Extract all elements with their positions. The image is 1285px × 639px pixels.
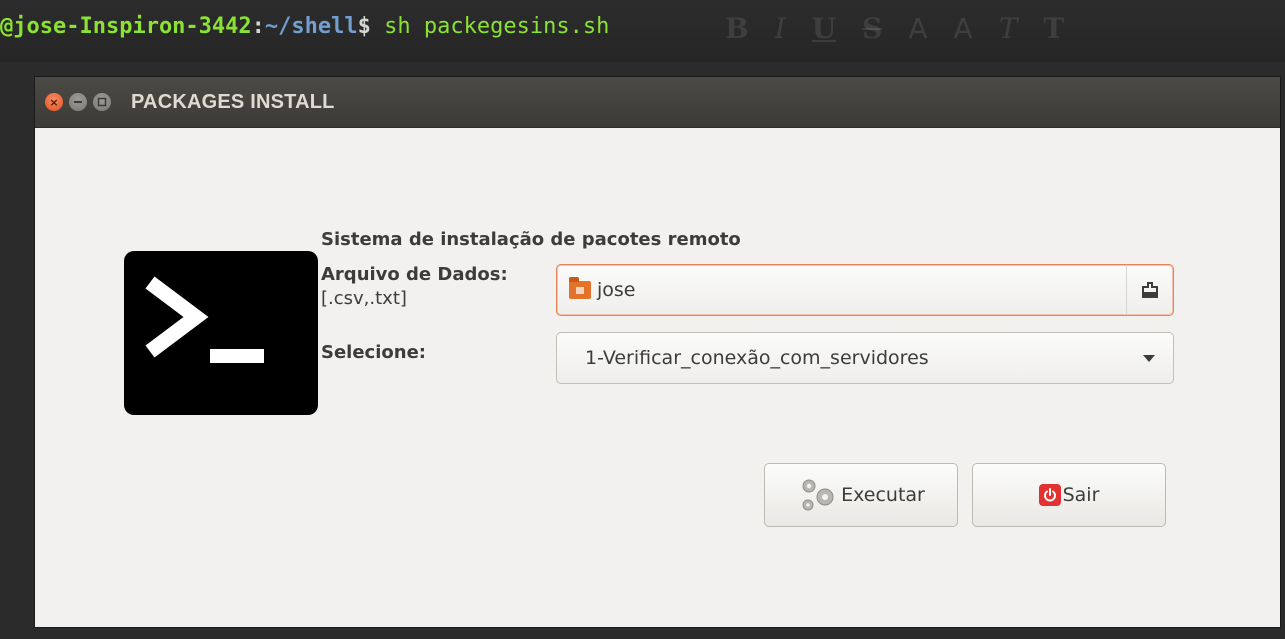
prompt-user: @jose-Inspiron-3442: [0, 14, 252, 39]
superscript-icon: A: [908, 11, 928, 45]
action-select[interactable]: 1-Verificar_conexão_com_servidores: [556, 332, 1174, 384]
power-icon: [1038, 484, 1061, 506]
window-title: PACKAGES INSTALL: [131, 90, 335, 113]
gears-icon: [797, 475, 839, 515]
select-label: Selecione:: [321, 342, 426, 363]
exit-button[interactable]: Sair: [972, 463, 1166, 527]
strikethrough-icon: S: [862, 11, 883, 45]
data-file-label: Arquivo de Dados:: [321, 264, 508, 285]
chevron-down-icon: [1143, 355, 1155, 362]
prompt-dollar: $: [357, 14, 371, 39]
title-bar[interactable]: × PACKAGES INSTALL: [35, 77, 1280, 128]
maximize-icon[interactable]: [93, 93, 111, 111]
minimize-icon[interactable]: [69, 93, 87, 111]
text-color-icon: T: [1043, 11, 1065, 45]
clear-format-icon: T: [998, 11, 1018, 45]
form-heading: Sistema de instalação de pacotes remoto: [321, 229, 741, 250]
data-file-value: jose: [597, 279, 636, 301]
execute-label: Executar: [841, 484, 925, 506]
terminal-background: B I U S A A T T @jose-Inspiron-3442:~/sh…: [0, 0, 1285, 62]
italic-icon: I: [774, 11, 786, 45]
terminal-prompt: @jose-Inspiron-3442:~/shell$ sh packeges…: [0, 14, 609, 39]
data-file-label-group: Arquivo de Dados: [.csv,.txt]: [321, 263, 508, 311]
background-toolbar: B I U S A A T T: [715, 6, 1285, 50]
subscript-icon: A: [953, 11, 973, 45]
bold-icon: B: [725, 11, 749, 45]
prompt-path: ~/shell: [264, 14, 358, 39]
packages-install-dialog: × PACKAGES INSTALL Sistema de instalação…: [35, 77, 1280, 627]
prompt-colon: :: [251, 14, 265, 39]
exit-label: Sair: [1062, 484, 1100, 506]
home-folder-icon: [569, 277, 591, 299]
prompt-command: sh packegesins.sh: [384, 14, 610, 39]
terminal-icon: [124, 251, 318, 415]
execute-button[interactable]: Executar: [764, 463, 958, 527]
open-file-icon[interactable]: [1126, 265, 1173, 315]
data-file-extensions: [.csv,.txt]: [321, 288, 407, 309]
action-select-value: 1-Verificar_conexão_com_servidores: [585, 347, 929, 369]
underline-icon: U: [811, 11, 837, 45]
close-icon[interactable]: ×: [45, 93, 63, 111]
data-file-chooser[interactable]: jose: [556, 264, 1174, 316]
window-controls: ×: [45, 93, 111, 111]
